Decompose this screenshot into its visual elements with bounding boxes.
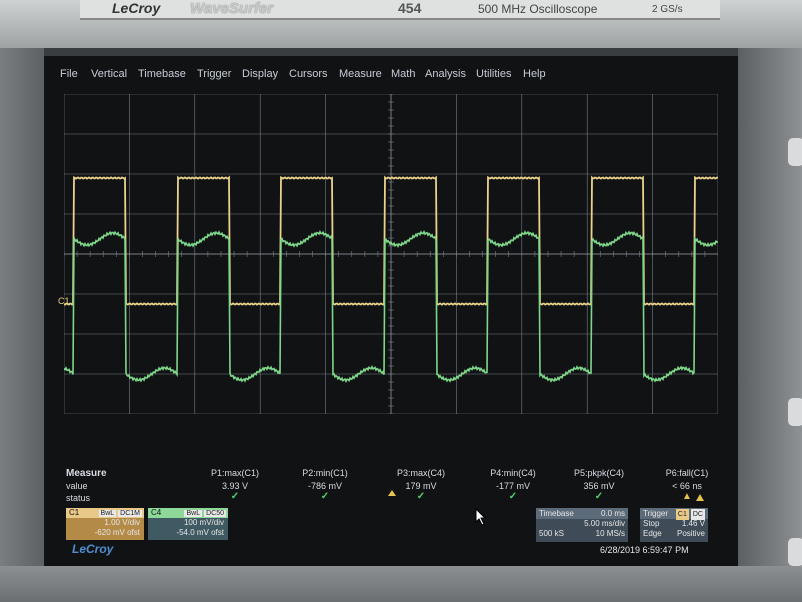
param-status: ✓: [416, 491, 426, 502]
menu-trigger[interactable]: Trigger: [197, 68, 231, 80]
param-value: 179 mV: [405, 481, 437, 491]
c4-header: C4 BwL DC50: [148, 508, 228, 518]
param-name: P6:fall(C1): [665, 468, 709, 478]
side-button[interactable]: [788, 398, 802, 426]
menu-display[interactable]: Display: [242, 68, 278, 80]
trigger-mode: Stop: [643, 519, 660, 528]
lecroy-logo: LeCroy: [72, 542, 114, 556]
c4-bwl-tag: BwL: [184, 510, 203, 517]
timebase-rate: 10 MS/s: [595, 529, 625, 538]
param-name: P4:min(C4): [490, 468, 536, 478]
param-status: ✓: [508, 491, 518, 502]
bezel-left: [0, 48, 44, 602]
bezel-bottom: [0, 566, 802, 602]
menu-file[interactable]: File: [60, 68, 78, 80]
c4-body: 100 mV/div -54.0 mV ofst: [148, 518, 228, 540]
param-name: P5:pkpk(C4): [573, 468, 625, 478]
trigger-type: Edge: [643, 529, 662, 538]
channel-marker-c1: C1: [58, 296, 70, 306]
param-status: ✓: [320, 491, 330, 502]
scope-screen: File Vertical Timebase Trigger Display C…: [44, 56, 738, 566]
measure-param-p1[interactable]: P1:max(C1) 3.93 V ✓: [190, 468, 280, 502]
timebase-descriptor[interactable]: Timebase 0.0 ms 5.00 ms/div 500 kS 10 MS/…: [536, 508, 628, 542]
waveform-display[interactable]: [64, 94, 718, 492]
menu-vertical[interactable]: Vertical: [91, 68, 127, 80]
c4-vdiv: 100 mV/div: [183, 518, 224, 527]
bezel-right: [738, 48, 802, 602]
c1-body: 1.00 V/div -620 mV ofst: [66, 518, 144, 540]
c4-name: C4: [151, 508, 162, 517]
brand-lecroy: LeCroy: [112, 0, 161, 16]
trigger-descriptor[interactable]: Trigger C1 DC Stop 1.46 V Edge Positive: [640, 508, 708, 542]
param-value: 3.93 V: [221, 481, 249, 491]
c1-bwl-tag: BwL: [98, 510, 117, 517]
timebase-tdiv: 5.00 ms/div: [584, 519, 625, 528]
timebase-delay: 0.0 ms: [600, 509, 625, 518]
measure-param-p4[interactable]: P4:min(C4) -177 mV ✓: [468, 468, 558, 502]
side-button[interactable]: [788, 138, 802, 166]
trigger-slope: Positive: [676, 529, 705, 538]
menu-cursors[interactable]: Cursors: [289, 68, 328, 80]
param-name: P2:min(C1): [302, 468, 348, 478]
measure-value-label: value: [66, 481, 88, 491]
channel-c4-descriptor[interactable]: C4 BwL DC50 100 mV/div -54.0 mV ofst: [148, 508, 228, 540]
param-status: ✓: [230, 491, 240, 502]
trigger-header: Trigger C1 DC: [640, 508, 708, 520]
brand-product: WaveSurfer: [190, 0, 274, 17]
date-time: 6/28/2019 6:59:47 PM: [600, 545, 689, 555]
brand-rate: 2 GS/s: [652, 4, 683, 15]
timebase-samples: 500 kS: [539, 529, 564, 538]
measure-title: Measure: [66, 468, 107, 479]
param-name: P3:max(C4): [396, 468, 445, 478]
menu-bar: File Vertical Timebase Trigger Display C…: [44, 64, 738, 86]
trigger-row: Stop 1.46 V: [640, 519, 708, 529]
menu-measure[interactable]: Measure: [339, 68, 382, 80]
param-value: 356 mV: [583, 481, 615, 491]
c1-header: C1 BwL DC1M: [66, 508, 144, 518]
bezel-top: LeCroy WaveSurfer 454 500 MHz Oscillosco…: [0, 0, 802, 48]
timebase-header: Timebase 0.0 ms: [536, 508, 628, 519]
timebase-label: Timebase: [539, 509, 574, 518]
param-value: < 66 ns: [672, 481, 702, 491]
menu-utilities[interactable]: Utilities: [476, 68, 511, 80]
timebase-row: 500 kS 10 MS/s: [536, 529, 628, 539]
c1-coupling-tag: DC1M: [118, 510, 142, 517]
menu-help[interactable]: Help: [523, 68, 546, 80]
channel-c1-descriptor[interactable]: C1 BwL DC1M 1.00 V/div -620 mV ofst: [66, 508, 144, 540]
param-value: -177 mV: [495, 481, 530, 491]
param-status: ▲: [682, 491, 692, 502]
param-status: ✓: [594, 491, 604, 502]
brand-desc: 500 MHz Oscilloscope: [478, 2, 598, 16]
trigger-row: Edge Positive: [640, 529, 708, 539]
c1-offset: -620 mV ofst: [94, 528, 140, 537]
param-name: P1:max(C1): [210, 468, 259, 478]
c1-name: C1: [69, 508, 80, 517]
trigger-label: Trigger: [643, 509, 669, 518]
c1-vdiv: 1.00 V/div: [104, 518, 140, 527]
menu-math[interactable]: Math: [391, 68, 415, 80]
mouse-pointer-icon: [475, 508, 487, 526]
c4-offset: -54.0 mV ofst: [176, 528, 224, 537]
measure-param-p6[interactable]: P6:fall(C1) < 66 ns ▲: [642, 468, 732, 502]
c4-coupling-tag: DC50: [204, 510, 226, 517]
menu-analysis[interactable]: Analysis: [425, 68, 466, 80]
brand-model: 454: [398, 0, 422, 16]
measure-param-p2[interactable]: P2:min(C1) -786 mV ✓: [280, 468, 370, 502]
measure-param-p5[interactable]: P5:pkpk(C4) 356 mV ✓: [554, 468, 644, 502]
param-value: -786 mV: [307, 481, 342, 491]
measure-status-label: status: [66, 493, 91, 503]
graticule: [64, 94, 718, 414]
side-button[interactable]: [788, 538, 802, 566]
menu-timebase[interactable]: Timebase: [138, 68, 186, 80]
measure-param-p3[interactable]: P3:max(C4) 179 mV ✓: [376, 468, 466, 502]
trigger-level: 1.46 V: [681, 519, 705, 528]
timebase-row: 5.00 ms/div: [536, 519, 628, 529]
